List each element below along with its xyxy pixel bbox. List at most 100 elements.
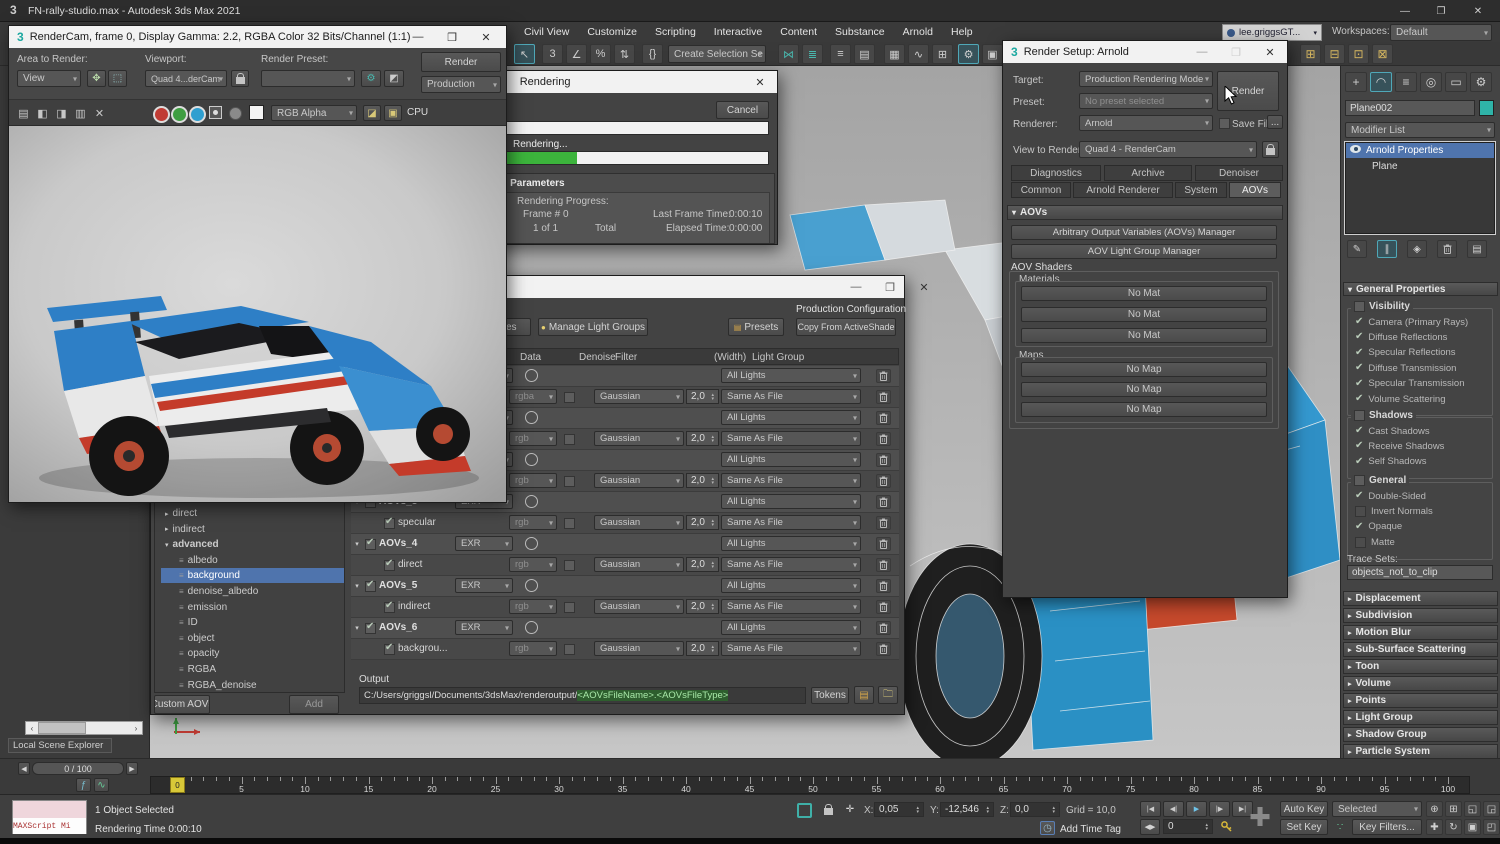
maximize-viewport-icon[interactable]: ▣ — [1464, 819, 1481, 835]
aov-child-row[interactable]: ✔directrgbGaussian2,0▴▾Same As File — [351, 555, 899, 576]
scene-explorer-tab[interactable]: Local Scene Explorer — [8, 738, 112, 753]
open-folder-icon[interactable]: 🗀 — [878, 686, 898, 704]
light-group-dropdown[interactable]: All Lights — [721, 494, 861, 509]
data-dropdown[interactable]: rgb — [509, 431, 557, 446]
render-mode-dropdown[interactable]: Production — [421, 76, 501, 93]
frame-slider[interactable]: 0 / 100 — [32, 762, 124, 775]
aov-group-row[interactable]: ▾✔AOVs_6EXRAll Lights — [351, 618, 899, 639]
time-tag-icon[interactable]: ◷ — [1040, 821, 1055, 835]
snapshot-icon[interactable]: ◪ — [363, 105, 381, 121]
next-frame-icon[interactable]: |▶ — [1209, 801, 1230, 817]
pin-stack-icon[interactable]: ✎ — [1347, 240, 1367, 258]
save-file-checkbox[interactable] — [1219, 118, 1230, 129]
rollout-shadow-group[interactable]: ▸Shadow Group — [1343, 727, 1498, 742]
menu-help[interactable]: Help — [942, 22, 982, 42]
delete-aov-icon[interactable] — [876, 642, 891, 656]
rollout-volume[interactable]: ▸Volume — [1343, 676, 1498, 691]
light-group-dropdown[interactable]: Same As File — [721, 431, 861, 446]
trace-sets-field[interactable]: objects_not_to_clip — [1347, 565, 1493, 580]
delete-aov-icon[interactable] — [876, 369, 891, 383]
save-image-icon[interactable]: ▤ — [15, 105, 32, 121]
zoom-icon[interactable]: ⊕ — [1426, 801, 1443, 817]
aov-list-item[interactable]: ▸direct — [161, 506, 345, 521]
group-checkbox[interactable] — [1354, 301, 1365, 312]
maximize-window-icon[interactable]: ❐ — [873, 276, 907, 298]
minimize-window-icon[interactable]: — — [1185, 41, 1219, 63]
make-unique-icon[interactable]: ◈ — [1407, 240, 1427, 258]
slider-left-icon[interactable]: ◀ — [18, 762, 30, 775]
aov-group-row[interactable]: ▾✔AOVs_4EXRAll Lights — [351, 534, 899, 555]
custom-aovs-button[interactable]: Custom AOVs — [154, 695, 210, 714]
explorer-window-icon-1[interactable]: ⊞ — [1300, 44, 1321, 64]
light-group-dropdown[interactable]: Same As File — [721, 515, 861, 530]
explorer-window-icon-2[interactable]: ⊟ — [1324, 44, 1345, 64]
select-object-icon[interactable]: ↖ — [514, 44, 535, 64]
target-dropdown[interactable]: Production Rendering Mode — [1079, 71, 1213, 87]
format-dropdown[interactable]: EXR — [455, 578, 513, 593]
modify-tab-icon[interactable]: ◠ — [1370, 72, 1392, 92]
motion-tab-icon[interactable]: ◎ — [1420, 72, 1442, 92]
remove-modifier-icon[interactable] — [1437, 240, 1457, 258]
scene-explorer-hscrollbar[interactable]: ‹ › — [25, 721, 143, 735]
group-checkbox[interactable] — [1354, 475, 1365, 486]
key-mode-dropdown[interactable]: Selected — [1332, 801, 1422, 817]
property-toggle[interactable]: ✔Double-Sided — [1355, 489, 1491, 503]
light-group-dropdown[interactable]: All Lights — [721, 536, 861, 551]
delete-aov-icon[interactable] — [876, 390, 891, 404]
denoise-checkbox[interactable] — [564, 602, 575, 613]
aov-list-item[interactable]: ≡opacity — [161, 646, 345, 661]
render-target-icon[interactable] — [525, 369, 538, 382]
zoom-extents-icon[interactable]: ◱ — [1464, 801, 1481, 817]
light-group-dropdown[interactable]: Same As File — [721, 599, 861, 614]
maxscript-mini-listener[interactable]: MAXScript Mi — [12, 800, 87, 834]
create-tab-icon[interactable]: + — [1345, 72, 1367, 92]
curve-editor-icon[interactable]: ∿ — [908, 44, 929, 64]
render-button[interactable]: Render — [421, 52, 501, 72]
close-window-icon[interactable]: ✕ — [743, 71, 777, 93]
modifier-stack-item[interactable]: Plane — [1346, 159, 1494, 174]
modifier-stack-item[interactable]: Arnold Properties — [1346, 143, 1494, 158]
edit-region-icon[interactable]: ✥ — [87, 70, 106, 87]
format-dropdown[interactable]: EXR — [455, 620, 513, 635]
track-bar-ruler[interactable]: 0510152025303540455055606570758085909510… — [150, 776, 1470, 794]
layer-explorer-icon[interactable]: ▤ — [854, 44, 875, 64]
aov-enabled-checkbox[interactable]: ✔ — [365, 581, 376, 592]
aov-list-item[interactable]: ≡RGBA — [161, 662, 345, 677]
pan-icon[interactable]: ✚ — [1426, 819, 1443, 835]
light-group-manager-button[interactable]: AOV Light Group Manager — [1011, 244, 1277, 259]
close-window-icon[interactable]: ✕ — [1253, 41, 1287, 63]
tab-common[interactable]: Common — [1011, 182, 1071, 198]
aov-list-item[interactable]: ≡background — [161, 568, 345, 583]
rendered-frame-icon[interactable]: ▣ — [982, 44, 1003, 64]
render-target-icon[interactable] — [525, 411, 538, 424]
property-toggle[interactable]: ✔Diffuse Reflections — [1355, 330, 1491, 344]
light-group-dropdown[interactable]: All Lights — [721, 578, 861, 593]
green-channel-icon[interactable] — [171, 106, 188, 123]
light-group-dropdown[interactable]: Same As File — [721, 473, 861, 488]
filter-dropdown[interactable]: Gaussian — [594, 431, 684, 446]
filter-dropdown[interactable]: Gaussian — [594, 599, 684, 614]
minimize-window-icon[interactable]: — — [839, 276, 873, 298]
minimize-window-icon[interactable]: — — [1388, 0, 1422, 22]
tab-archive[interactable]: Archive — [1104, 165, 1192, 181]
aov-enabled-checkbox[interactable]: ✔ — [384, 560, 395, 571]
aov-enabled-checkbox[interactable]: ✔ — [384, 644, 395, 655]
denoise-checkbox[interactable] — [564, 476, 575, 487]
copy-from-activeshade-button[interactable]: Copy From ActiveShade — [796, 318, 896, 336]
tab-arnold-renderer[interactable]: Arnold Renderer — [1073, 182, 1173, 198]
material-slot-button[interactable]: No Mat — [1021, 286, 1267, 301]
go-to-start-icon[interactable]: |◀ — [1140, 801, 1161, 817]
manage-light-groups-button[interactable]: ● Manage Light Groups — [538, 318, 648, 336]
maximize-window-icon[interactable]: ❐ — [1219, 41, 1253, 63]
rollout-subdivision[interactable]: ▸Subdivision — [1343, 608, 1498, 623]
ribbon-icon[interactable]: ▦ — [884, 44, 905, 64]
denoise-checkbox[interactable] — [564, 518, 575, 529]
property-toggle[interactable]: Matte — [1355, 535, 1491, 549]
delete-aov-icon[interactable] — [876, 621, 891, 635]
denoise-checkbox[interactable] — [564, 560, 575, 571]
aov-child-row[interactable]: ✔backgrou...rgbGaussian2,0▴▾Same As File — [351, 639, 899, 660]
property-toggle[interactable]: ✔Camera (Primary Rays) — [1355, 315, 1491, 329]
key-steps-icon[interactable]: ∵ — [1332, 819, 1348, 835]
x-coordinate-field[interactable]: 0,05▴▾ — [874, 802, 924, 817]
set-key-button[interactable]: Set Key — [1280, 819, 1328, 835]
